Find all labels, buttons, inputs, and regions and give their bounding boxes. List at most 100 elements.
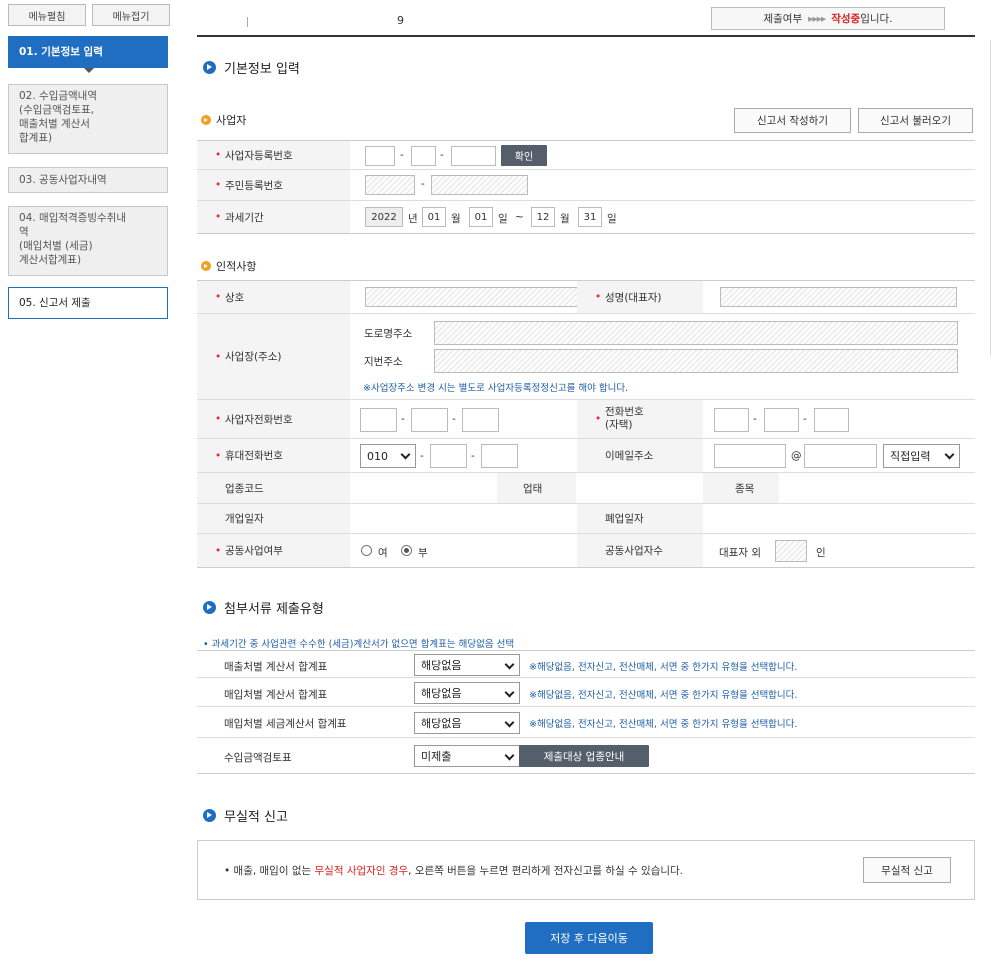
mobile-prefix-select[interactable]: 010 bbox=[360, 444, 416, 468]
nav-item-submit[interactable]: 05. 신고서 제출 bbox=[8, 287, 168, 319]
menu-buttons: 메뉴펼침 메뉴접기 bbox=[8, 4, 170, 26]
nil-return-button[interactable]: 무실적 신고 bbox=[863, 857, 951, 883]
company-field[interactable] bbox=[365, 287, 589, 307]
write-return-button[interactable]: 신고서 작성하기 bbox=[734, 108, 851, 133]
bullet-icon bbox=[203, 809, 216, 822]
label-industry-code: 업종코드 bbox=[197, 473, 350, 503]
end-month-field[interactable]: 12 bbox=[531, 207, 555, 227]
email-domain-select[interactable]: 직접입력 bbox=[883, 444, 960, 468]
section-title: 무실적 신고 bbox=[224, 810, 288, 825]
mobile-field-3[interactable] bbox=[481, 444, 518, 468]
sales-invoice-select[interactable]: 해당없음 bbox=[414, 654, 520, 676]
chevron-down-icon bbox=[504, 717, 515, 728]
purchase-invoice-select[interactable]: 해당없음 bbox=[414, 682, 520, 704]
section-title: 기본정보 입력 bbox=[224, 62, 300, 77]
row-phone: 사업자전화번호 - - 전화번호 (자택) - - bbox=[197, 400, 975, 439]
menu-collapse-button[interactable]: 메뉴접기 bbox=[92, 4, 170, 26]
biz-no-field-1[interactable] bbox=[365, 146, 395, 166]
nav-item-basic-info[interactable]: 01. 기본정보 입력 bbox=[8, 36, 168, 68]
subsection-personal: 인적사항 bbox=[201, 258, 256, 274]
status-box: 제출여부 ▸▸▸▸ 작성중입니다. bbox=[711, 7, 945, 30]
biz-no-field-2[interactable] bbox=[411, 146, 436, 166]
road-address-field[interactable] bbox=[434, 321, 958, 345]
biz-phone-field-3[interactable] bbox=[462, 408, 499, 432]
subsection-title: 인적사항 bbox=[216, 260, 257, 273]
label-ceo: 성명(대표자) bbox=[577, 281, 703, 313]
label-business-type: 업태 bbox=[497, 473, 576, 503]
tax-invoice-select[interactable]: 해당없음 bbox=[414, 712, 520, 734]
row-dates: 개업일자 폐업일자 bbox=[197, 504, 975, 534]
bullet-icon bbox=[201, 261, 211, 271]
save-next-button[interactable]: 저장 후 다음이동 bbox=[525, 922, 653, 954]
row-tax-period: 과세기간 2022 년 01 월 01 일 ~ 12 월 31 일 bbox=[197, 201, 975, 234]
biz-no-field-3[interactable] bbox=[451, 146, 496, 166]
biz-phone-field-1[interactable] bbox=[360, 408, 397, 432]
attach-row-purchase: 매입처별 계산서 합계표 해당없음 ※해당없음, 전자신고, 전산매체, 서면 … bbox=[197, 679, 975, 707]
address-note: ※사업장주소 변경 시는 별도로 사업자등록정정신고를 해야 합니다. bbox=[363, 383, 629, 394]
attach-row-sales: 매출처별 계산서 합계표 해당없음 ※해당없음, 전자신고, 전산매체, 서면 … bbox=[197, 650, 975, 678]
label-address: 사업장(주소) bbox=[197, 314, 350, 399]
jibun-address-field[interactable] bbox=[434, 349, 958, 373]
status-arrows-icon: ▸▸▸▸ bbox=[808, 12, 826, 25]
nav-item-purchase[interactable]: 04. 매입적격증빙수취내 역 (매입처별 (세금) 계산서합계표) bbox=[8, 206, 168, 276]
joint-yes-radio[interactable] bbox=[361, 545, 372, 556]
chevron-down-icon bbox=[504, 687, 515, 698]
home-phone-field-3[interactable] bbox=[814, 408, 849, 432]
mobile-field-2[interactable] bbox=[430, 444, 467, 468]
confirm-button[interactable]: 확인 bbox=[501, 145, 547, 166]
home-phone-field-2[interactable] bbox=[764, 408, 799, 432]
biz-phone-field-2[interactable] bbox=[411, 408, 448, 432]
email-domain-field[interactable] bbox=[804, 444, 877, 468]
row-mobile: 휴대전화번호 010 - - 이메일주소 @ 직접입력 bbox=[197, 439, 975, 473]
bullet-icon bbox=[203, 601, 216, 614]
top-bar: 9 제출여부 ▸▸▸▸ 작성중입니다. bbox=[197, 0, 975, 37]
label-tax-period: 과세기간 bbox=[197, 201, 350, 233]
label-email: 이메일주소 bbox=[577, 439, 703, 472]
home-phone-field-1[interactable] bbox=[714, 408, 749, 432]
chevron-down-icon bbox=[944, 449, 955, 460]
income-review-select[interactable]: 미제출 bbox=[414, 745, 520, 767]
section-attachments: 첨부서류 제출유형 bbox=[203, 598, 324, 617]
joint-no-radio[interactable] bbox=[401, 545, 412, 556]
top-digit: 9 bbox=[397, 14, 404, 27]
subsection-business: 사업자 bbox=[201, 112, 246, 128]
section-nil-return: 무실적 신고 bbox=[203, 806, 288, 825]
end-day-field[interactable]: 31 bbox=[578, 207, 602, 227]
label-joint-count: 공동사업자수 bbox=[577, 534, 703, 567]
row-address: 사업장(주소) 도로명주소 지번주소 ※사업장주소 변경 시는 별도로 사업자등… bbox=[197, 314, 975, 400]
nil-return-message: • 매출, 매입이 없는 무실적 사업자인 경우, 오른쪽 버튼을 누르면 편리… bbox=[224, 865, 684, 877]
chevron-down-icon bbox=[504, 659, 515, 670]
joint-count-field[interactable] bbox=[775, 540, 807, 562]
left-sidebar: 메뉴펼침 메뉴접기 01. 기본정보 입력 02. 수입금액내역 (수입금액검토… bbox=[0, 0, 175, 976]
label-biz-no: 사업자등록번호 bbox=[197, 141, 350, 169]
label-company: 상호 bbox=[197, 281, 350, 313]
active-indicator-icon bbox=[84, 68, 94, 73]
nil-return-box: • 매출, 매입이 없는 무실적 사업자인 경우, 오른쪽 버튼을 누르면 편리… bbox=[197, 840, 975, 900]
start-month-field[interactable]: 01 bbox=[422, 207, 446, 227]
label-open-date: 개업일자 bbox=[197, 504, 350, 533]
industry-guide-button[interactable]: 제출대상 업종안내 bbox=[519, 745, 649, 767]
email-id-field[interactable] bbox=[714, 444, 786, 468]
row-biz-no: 사업자등록번호 - - 확인 bbox=[197, 140, 975, 170]
attach-row-income-review: 수입금액검토표 미제출 제출대상 업종안내 bbox=[197, 738, 975, 774]
load-return-button[interactable]: 신고서 불러오기 bbox=[858, 108, 973, 133]
resident-no-field-2[interactable] bbox=[431, 175, 528, 195]
chevron-down-icon bbox=[504, 750, 515, 761]
label-resident-no: 주민등록번호 bbox=[197, 170, 350, 200]
start-day-field[interactable]: 01 bbox=[469, 207, 493, 227]
label-business-item: 종목 bbox=[703, 473, 779, 503]
nav-item-joint[interactable]: 03. 공동사업자내역 bbox=[8, 167, 168, 193]
menu-expand-button[interactable]: 메뉴펼침 bbox=[8, 4, 86, 26]
label-joint: 공동사업여부 bbox=[197, 534, 350, 567]
status-suffix: 입니다. bbox=[860, 13, 893, 25]
ceo-field[interactable] bbox=[720, 287, 957, 307]
row-industry: 업종코드 업태 종목 bbox=[197, 473, 975, 504]
scroll-divider bbox=[990, 40, 991, 356]
divider bbox=[247, 17, 248, 27]
year-field: 2022 bbox=[365, 207, 403, 227]
label-close-date: 폐업일자 bbox=[577, 504, 703, 533]
section-basic-info: 기본정보 입력 bbox=[203, 58, 300, 77]
status-value: 작성중 bbox=[831, 13, 861, 25]
resident-no-field-1[interactable] bbox=[365, 175, 415, 195]
nav-item-income[interactable]: 02. 수입금액내역 (수입금액검토표, 매출처별 계산서 합계표) bbox=[8, 84, 168, 154]
